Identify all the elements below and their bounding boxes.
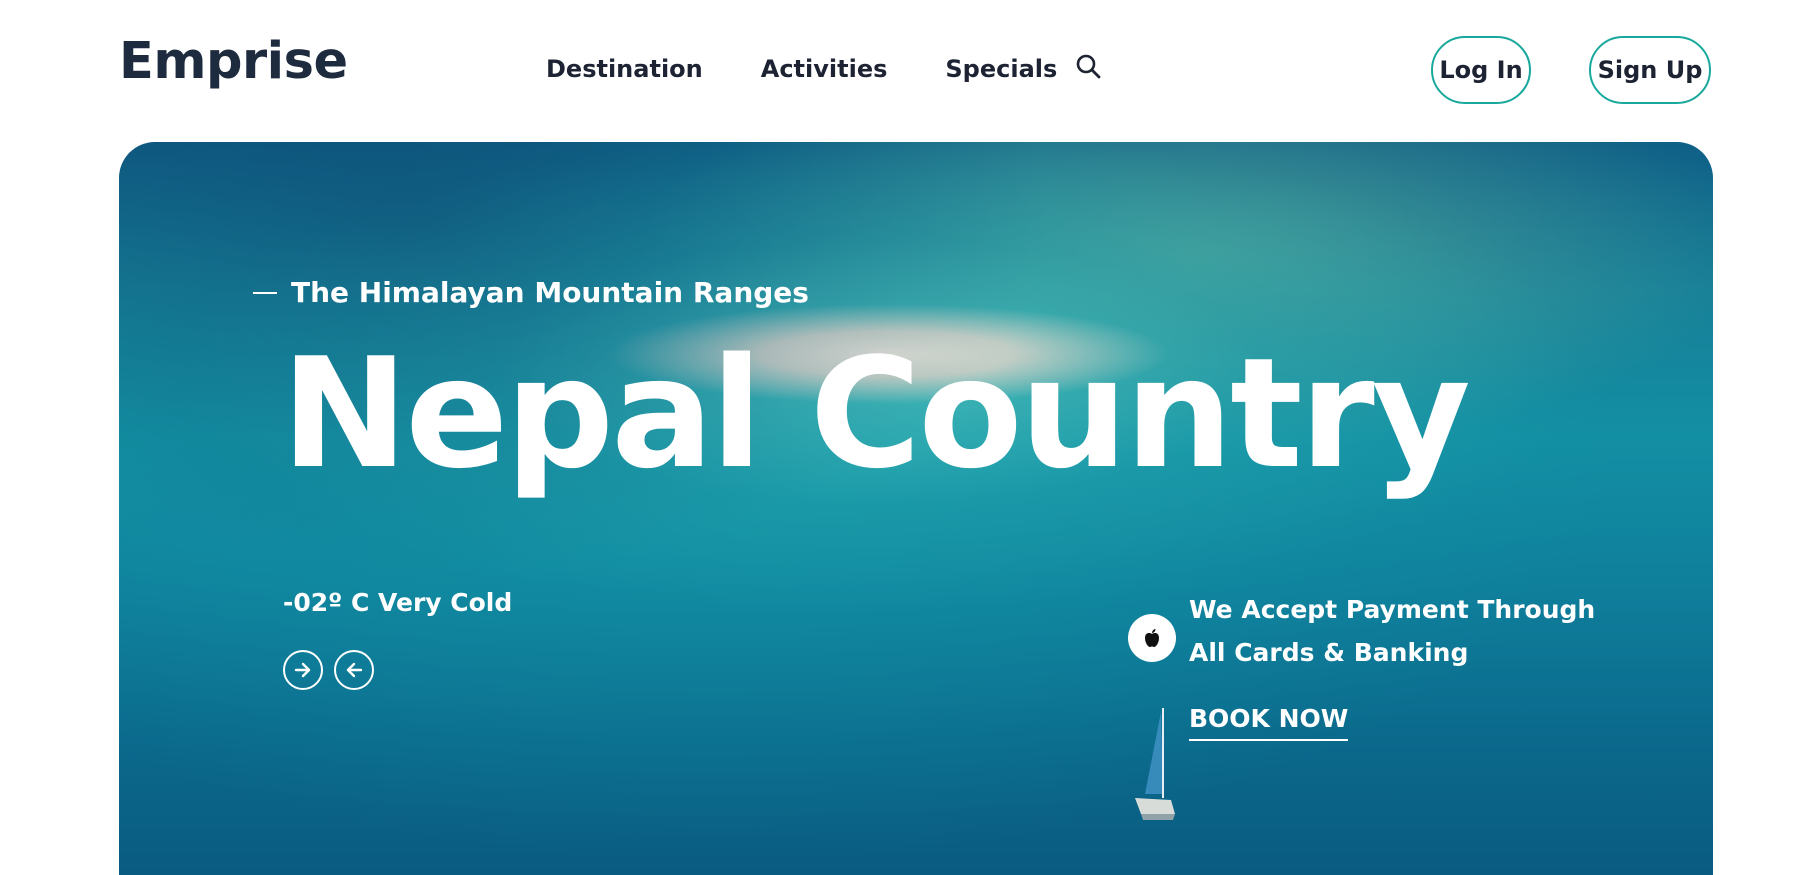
- payment-info: We Accept Payment Through All Cards & Ba…: [1189, 588, 1609, 674]
- nav-item-activities[interactable]: Activities: [761, 55, 888, 83]
- nav-item-specials[interactable]: Specials: [945, 55, 1057, 83]
- book-now-link[interactable]: BOOK NOW: [1189, 704, 1349, 741]
- hero-title: Nepal Country: [281, 325, 1471, 502]
- hero-overlay: [119, 142, 1713, 875]
- hero-subtitle: The Himalayan Mountain Ranges: [253, 276, 809, 309]
- temperature-label: -02º C Very Cold: [283, 588, 513, 617]
- search-icon: [1076, 54, 1101, 79]
- payment-line-2: All Cards & Banking: [1189, 638, 1469, 667]
- subtitle-dash: [253, 291, 277, 294]
- site-header: Emprise Destination Activities Specials …: [0, 0, 1813, 140]
- arrow-left-icon: [346, 662, 363, 678]
- search-button[interactable]: [1074, 53, 1104, 83]
- payment-line-1: We Accept Payment Through: [1189, 595, 1596, 624]
- page: Emprise Destination Activities Specials …: [0, 0, 1813, 875]
- apple-pay-badge: [1128, 614, 1176, 662]
- apple-icon: [1145, 629, 1159, 647]
- prev-slide-button[interactable]: [334, 650, 374, 690]
- arrow-right-icon: [294, 662, 311, 678]
- next-slide-button[interactable]: [283, 650, 323, 690]
- main-nav: Destination Activities Specials: [546, 55, 1115, 83]
- logo[interactable]: Emprise: [119, 32, 348, 91]
- signup-button[interactable]: Sign Up: [1589, 36, 1711, 104]
- hero-banner: The Himalayan Mountain Ranges Nepal Coun…: [119, 142, 1713, 875]
- login-button[interactable]: Log In: [1431, 36, 1531, 104]
- hero-subtitle-text: The Himalayan Mountain Ranges: [291, 276, 809, 309]
- sailboat-image: [1135, 708, 1175, 820]
- nav-item-destination[interactable]: Destination: [546, 55, 703, 83]
